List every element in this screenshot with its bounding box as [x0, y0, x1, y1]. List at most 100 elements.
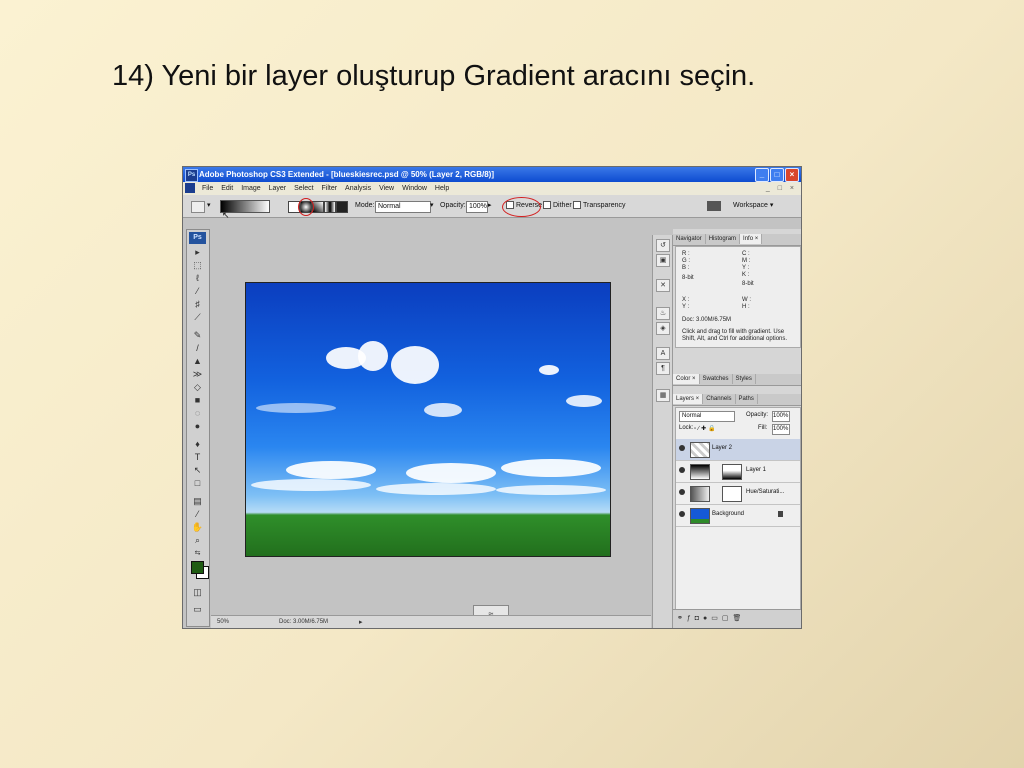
- brushes-dock-icon[interactable]: ♨: [656, 307, 670, 320]
- minimize-button[interactable]: _: [755, 168, 769, 182]
- zoom-level[interactable]: 50%: [217, 616, 229, 628]
- marquee-tool-icon[interactable]: ⬚: [191, 260, 204, 271]
- tab-styles[interactable]: Styles: [733, 374, 756, 384]
- document-window-controls[interactable]: _ □ ×: [766, 182, 797, 195]
- zoom-tool-icon[interactable]: ⌕: [191, 535, 204, 546]
- menu-window[interactable]: Window: [399, 182, 430, 195]
- mode-dropdown-icon[interactable]: ▾: [430, 200, 434, 212]
- eyedropper-tool-icon[interactable]: ⁄: [191, 509, 204, 520]
- toolbox-ps-badge: Ps: [189, 232, 206, 244]
- layer-name[interactable]: Background: [712, 511, 744, 517]
- maximize-button[interactable]: □: [770, 168, 784, 182]
- layers-opacity-input[interactable]: 100%: [772, 411, 790, 422]
- magic-wand-tool-icon[interactable]: ⁄: [191, 286, 204, 297]
- opacity-slider-icon[interactable]: ▸: [488, 200, 492, 212]
- cloud-shape: [286, 461, 376, 479]
- tab-histogram[interactable]: Histogram: [706, 234, 741, 244]
- opacity-input[interactable]: 100%: [466, 201, 488, 213]
- layer-name[interactable]: Layer 2: [712, 445, 732, 451]
- eye-icon[interactable]: [679, 489, 685, 495]
- gradient-tool-icon[interactable]: ■: [191, 395, 204, 406]
- tab-channels[interactable]: Channels: [703, 394, 736, 404]
- character-dock-icon[interactable]: A: [656, 347, 670, 360]
- layer-row-layer-2[interactable]: Layer 2: [676, 439, 800, 461]
- dither-checkbox[interactable]: Dither: [543, 200, 572, 212]
- menu-select[interactable]: Select: [291, 182, 316, 195]
- menu-help[interactable]: Help: [432, 182, 452, 195]
- workspace-button[interactable]: Workspace ▾: [733, 200, 773, 212]
- screen-mode-icon[interactable]: ▭: [191, 604, 204, 615]
- dodge-tool-icon[interactable]: ●: [191, 421, 204, 432]
- info-rgb: R : G : B :: [682, 251, 691, 271]
- layer-row-background[interactable]: Background: [676, 505, 800, 527]
- photoshop-logo-icon: Ps: [185, 169, 198, 182]
- eye-icon[interactable]: [679, 511, 685, 517]
- fill-input[interactable]: 100%: [772, 424, 790, 435]
- layer-row-hue-saturation[interactable]: Hue/Saturati...: [676, 483, 800, 505]
- menu-image[interactable]: Image: [238, 182, 263, 195]
- type-tool-icon[interactable]: T: [191, 452, 204, 463]
- healing-brush-tool-icon[interactable]: ✎: [191, 330, 204, 341]
- slide-title: 14) Yeni bir layer oluşturup Gradient ar…: [112, 60, 756, 92]
- ps-menu-icon[interactable]: [185, 183, 195, 193]
- history-brush-tool-icon[interactable]: ≫: [191, 369, 204, 380]
- tab-info[interactable]: Info ×: [740, 234, 763, 244]
- quick-mask-icon[interactable]: ◫: [191, 587, 204, 598]
- shape-tool-icon[interactable]: □: [191, 478, 204, 489]
- layer-action-icons[interactable]: ⚭ƒ◘●▭▢🗑: [677, 614, 745, 622]
- eye-icon[interactable]: [679, 445, 685, 451]
- checkbox-icon: [543, 201, 551, 210]
- transparency-checkbox[interactable]: Transparency: [573, 200, 626, 212]
- menu-edit[interactable]: Edit: [218, 182, 236, 195]
- tool-preset-icon[interactable]: [191, 201, 205, 213]
- layer-comps-dock-icon[interactable]: ▦: [656, 389, 670, 402]
- diamond-gradient-button[interactable]: [336, 201, 348, 213]
- clone-stamp-tool-icon[interactable]: ▲: [191, 356, 204, 367]
- layer-name[interactable]: Hue/Saturati...: [746, 489, 784, 495]
- document-image-sky[interactable]: [245, 282, 611, 557]
- paragraph-dock-icon[interactable]: ¶: [656, 362, 670, 375]
- bridge-icon[interactable]: [707, 201, 721, 211]
- lock-icons[interactable]: ▫∕✚🔒: [694, 425, 718, 432]
- crop-tool-icon[interactable]: ♯: [191, 299, 204, 310]
- menu-file[interactable]: File: [199, 182, 216, 195]
- slice-tool-icon[interactable]: ⟋: [191, 312, 204, 323]
- tab-color[interactable]: Color ×: [673, 374, 700, 384]
- mode-select[interactable]: Normal: [375, 201, 431, 213]
- tool-presets-dock-icon[interactable]: ✕: [656, 279, 670, 292]
- chevron-down-icon[interactable]: ▾: [207, 200, 211, 212]
- tab-navigator[interactable]: Navigator: [673, 234, 706, 244]
- clone-source-dock-icon[interactable]: ◈: [656, 322, 670, 335]
- blur-tool-icon[interactable]: ◌: [191, 408, 204, 419]
- layer-row-layer-1[interactable]: Layer 1: [676, 461, 800, 483]
- canvas-area[interactable]: [211, 218, 651, 613]
- tab-layers[interactable]: Layers ×: [673, 394, 704, 404]
- eye-icon[interactable]: [679, 467, 685, 473]
- actions-dock-icon[interactable]: ▣: [656, 254, 670, 267]
- eraser-tool-icon[interactable]: ◇: [191, 382, 204, 393]
- brush-tool-icon[interactable]: /: [191, 343, 204, 354]
- tab-paths[interactable]: Paths: [736, 394, 758, 404]
- move-tool-icon[interactable]: ▸: [191, 247, 204, 258]
- info-wh: W : H :: [742, 297, 751, 310]
- pen-tool-icon[interactable]: ♦: [191, 439, 204, 450]
- close-button[interactable]: ×: [785, 168, 799, 182]
- lasso-tool-icon[interactable]: ℓ: [191, 273, 204, 284]
- menu-filter[interactable]: Filter: [319, 182, 341, 195]
- menu-layer[interactable]: Layer: [266, 182, 290, 195]
- notes-tool-icon[interactable]: ▤: [191, 496, 204, 507]
- opacity-label: Opacity:: [440, 202, 466, 209]
- swap-colors-icon[interactable]: ⇆: [191, 548, 204, 559]
- menu-view[interactable]: View: [376, 182, 397, 195]
- hand-tool-icon[interactable]: ✋: [191, 522, 204, 533]
- history-dock-icon[interactable]: ↺: [656, 239, 670, 252]
- foreground-color-swatch[interactable]: [191, 561, 204, 574]
- reflected-gradient-button[interactable]: [324, 201, 336, 213]
- menu-analysis[interactable]: Analysis: [342, 182, 374, 195]
- path-selection-tool-icon[interactable]: ↖: [191, 465, 204, 476]
- status-menu-arrow-icon[interactable]: ▸: [359, 616, 363, 628]
- info-doc: Doc: 3.00M/6.75M: [682, 317, 732, 323]
- tab-swatches[interactable]: Swatches: [700, 374, 733, 384]
- blend-mode-select[interactable]: Normal: [679, 411, 735, 422]
- layer-name[interactable]: Layer 1: [746, 467, 766, 473]
